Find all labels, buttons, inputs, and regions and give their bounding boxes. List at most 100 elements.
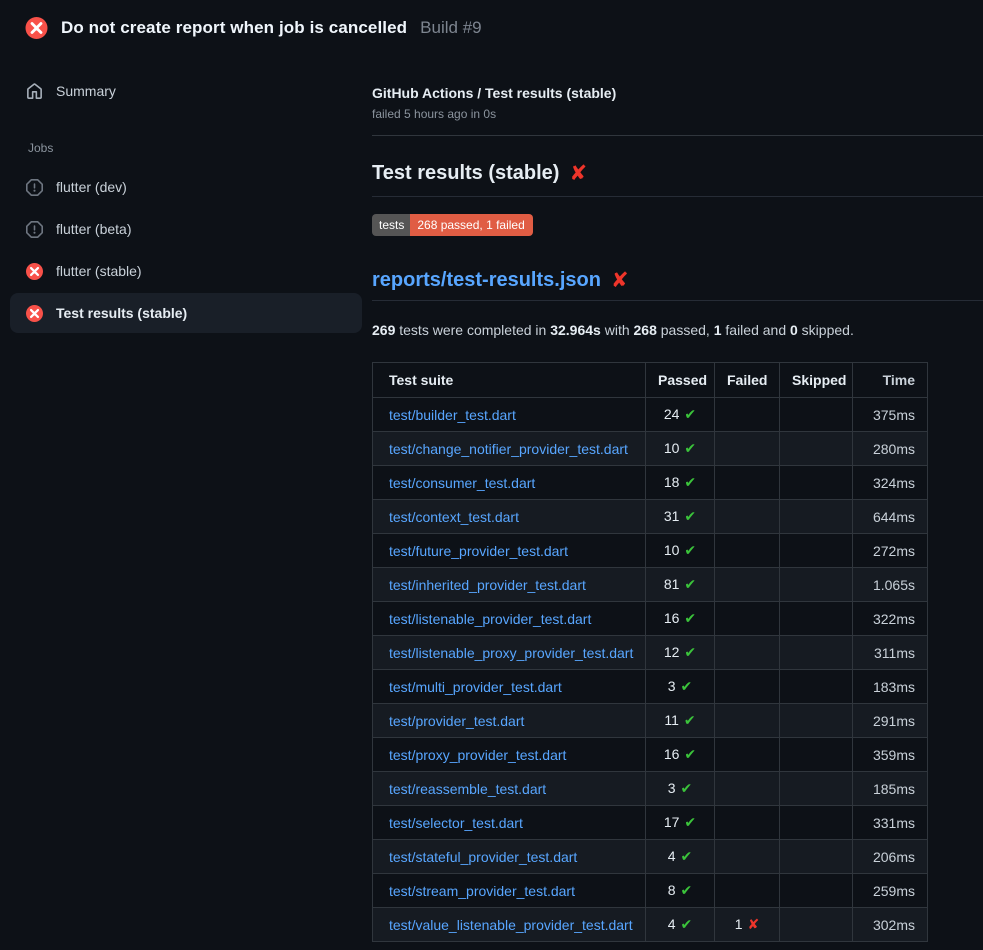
count-value: 3: [668, 780, 676, 796]
suite-link[interactable]: test/proxy_provider_test.dart: [389, 747, 566, 763]
sidebar-item-summary[interactable]: Summary: [10, 71, 362, 111]
passed-cell: 12✔: [646, 636, 715, 670]
time-cell: 302ms: [853, 908, 928, 942]
report-file-link[interactable]: reports/test-results.json: [372, 269, 601, 292]
passed-cell: 8✔: [646, 874, 715, 908]
suite-link[interactable]: test/value_listenable_provider_test.dart: [389, 917, 633, 933]
suite-link[interactable]: test/future_provider_test.dart: [389, 543, 568, 559]
tests-status-badge[interactable]: tests 268 passed, 1 failed: [372, 214, 533, 236]
passed-cell: 17✔: [646, 806, 715, 840]
check-icon: ✔: [681, 780, 693, 796]
failed-cell: [715, 500, 780, 534]
count-value: 4: [668, 848, 676, 864]
table-row: test/value_listenable_provider_test.dart…: [373, 908, 928, 942]
failed-cell: [715, 840, 780, 874]
skipped-cell: [780, 432, 853, 466]
check-icon: ✔: [684, 746, 696, 762]
failed-cell: [715, 772, 780, 806]
check-icon: ✔: [684, 542, 696, 558]
x-circle-icon: [26, 263, 43, 280]
time-cell: 375ms: [853, 398, 928, 432]
build-failed-x-circle-icon: [25, 17, 48, 39]
suite-link[interactable]: test/context_test.dart: [389, 509, 519, 525]
build-header: Do not create report when job is cancell…: [0, 0, 983, 53]
time-cell: 185ms: [853, 772, 928, 806]
passed-cell: 18✔: [646, 466, 715, 500]
suite-link[interactable]: test/stateful_provider_test.dart: [389, 849, 577, 865]
check-icon: ✔: [684, 814, 696, 830]
time-cell: 291ms: [853, 704, 928, 738]
col-header-skipped: Skipped: [780, 363, 853, 398]
suite-link[interactable]: test/change_notifier_provider_test.dart: [389, 441, 628, 457]
count-value: 10: [664, 440, 680, 456]
skipped-cell: [780, 500, 853, 534]
fail-x-icon: ✘: [611, 270, 629, 291]
main-content: GitHub Actions / Test results (stable) f…: [372, 53, 983, 942]
sidebar-job-item[interactable]: flutter (stable): [10, 251, 362, 291]
col-header-time: Time: [853, 363, 928, 398]
check-icon: ✔: [684, 610, 696, 626]
passed-cell: 16✔: [646, 602, 715, 636]
table-row: test/inherited_provider_test.dart 81✔ 1.…: [373, 568, 928, 602]
passed-cell: 4✔: [646, 908, 715, 942]
table-row: test/multi_provider_test.dart 3✔ 183ms: [373, 670, 928, 704]
report-heading: reports/test-results.json ✘: [372, 269, 983, 301]
check-icon: ✔: [684, 644, 696, 660]
count-value: 4: [668, 916, 676, 932]
summary-text-part: 0: [790, 322, 798, 338]
table-row: test/provider_test.dart 11✔ 291ms: [373, 704, 928, 738]
suite-link[interactable]: test/inherited_provider_test.dart: [389, 577, 586, 593]
suite-link[interactable]: test/consumer_test.dart: [389, 475, 535, 491]
count-value: 11: [664, 712, 679, 728]
count-value: 3: [668, 678, 676, 694]
count-value: 16: [664, 746, 680, 762]
suite-link[interactable]: test/provider_test.dart: [389, 713, 524, 729]
skipped-cell: [780, 398, 853, 432]
suite-link[interactable]: test/reassemble_test.dart: [389, 781, 546, 797]
check-icon: ✔: [684, 576, 696, 592]
failed-cell: [715, 738, 780, 772]
table-row: test/stream_provider_test.dart 8✔ 259ms: [373, 874, 928, 908]
suite-link[interactable]: test/multi_provider_test.dart: [389, 679, 562, 695]
check-icon: ✔: [684, 508, 696, 524]
skipped-cell: [780, 602, 853, 636]
tests-summary-text: 269 tests were completed in 32.964s with…: [372, 322, 983, 338]
time-cell: 322ms: [853, 602, 928, 636]
table-row: test/listenable_proxy_provider_test.dart…: [373, 636, 928, 670]
suite-link[interactable]: test/listenable_provider_test.dart: [389, 611, 591, 627]
skipped-cell: [780, 840, 853, 874]
time-cell: 1.065s: [853, 568, 928, 602]
count-value: 18: [664, 474, 680, 490]
sidebar-job-item[interactable]: Test results (stable): [10, 293, 362, 333]
table-row: test/reassemble_test.dart 3 ✔ 185ms: [373, 772, 928, 806]
passed-cell: 3✔: [646, 670, 715, 704]
time-cell: 324ms: [853, 466, 928, 500]
skipped-cell: [780, 704, 853, 738]
failed-cell: [715, 432, 780, 466]
sidebar-job-item[interactable]: flutter (beta): [10, 209, 362, 249]
check-icon: ✔: [681, 678, 693, 694]
count-value: 16: [664, 610, 680, 626]
suite-link[interactable]: test/listenable_proxy_provider_test.dart: [389, 645, 633, 661]
section-title: Test results (stable): [372, 162, 559, 185]
summary-text-part: with: [601, 322, 634, 338]
count-value: 31: [664, 508, 680, 524]
suite-link[interactable]: test/selector_test.dart: [389, 815, 523, 831]
sidebar-job-item[interactable]: flutter (dev): [10, 167, 362, 207]
count-value: 10: [664, 542, 680, 558]
suite-link[interactable]: test/stream_provider_test.dart: [389, 883, 575, 899]
suite-link[interactable]: test/builder_test.dart: [389, 407, 516, 423]
time-cell: 272ms: [853, 534, 928, 568]
run-title: GitHub Actions / Test results (stable): [372, 85, 983, 101]
failed-cell: [715, 670, 780, 704]
passed-cell: 24✔: [646, 398, 715, 432]
table-row: test/change_notifier_provider_test.dart …: [373, 432, 928, 466]
count-value: 8: [668, 882, 676, 898]
table-row: test/stateful_provider_test.dart 4✔ 206m…: [373, 840, 928, 874]
count-value: 12: [664, 644, 680, 660]
check-icon: ✔: [681, 882, 693, 898]
failed-cell: [715, 704, 780, 738]
x-circle-icon: [26, 305, 43, 322]
failed-cell: [715, 466, 780, 500]
table-row: test/proxy_provider_test.dart 16✔ 359ms: [373, 738, 928, 772]
